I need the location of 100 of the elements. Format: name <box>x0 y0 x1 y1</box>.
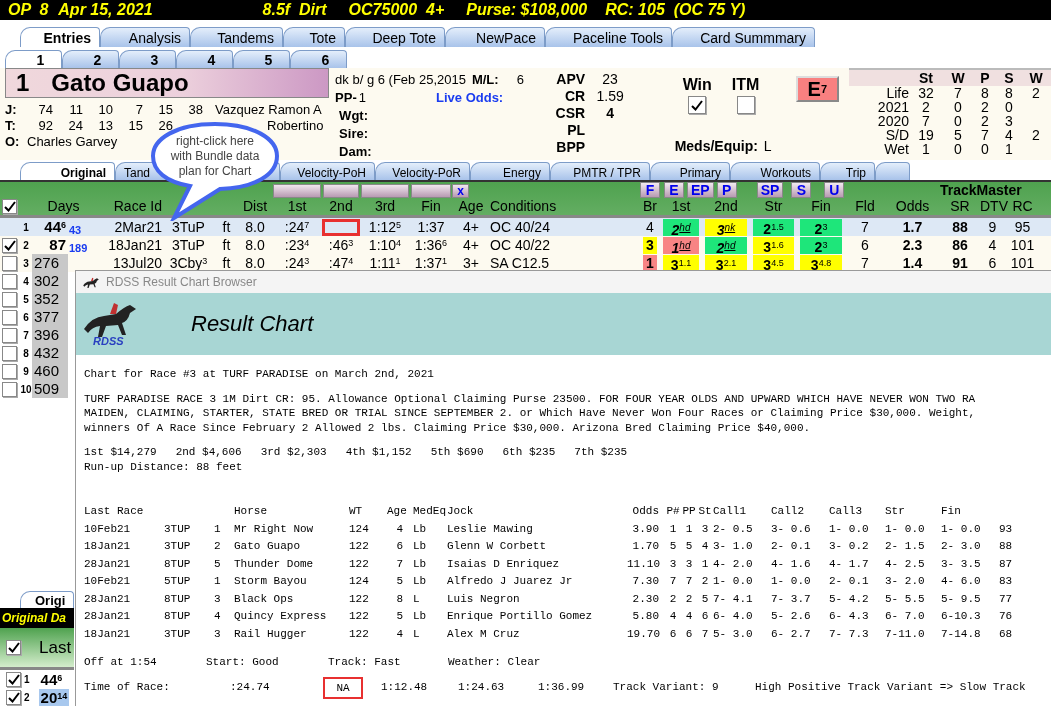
table-cell-text: 10Feb21 <box>84 574 132 589</box>
table-cell-text: 1:37$^{1}$ <box>413 255 449 271</box>
tab[interactable]: Card Summmary <box>672 27 815 47</box>
column-header: Str <box>885 504 906 519</box>
pace-button[interactable]: U <box>824 182 845 198</box>
blank-button[interactable] <box>323 184 359 198</box>
blank-tab[interactable] <box>875 162 910 180</box>
table-cell-text: Isaias D Enriquez <box>447 556 561 571</box>
checkbox[interactable] <box>2 363 17 379</box>
tab[interactable]: 1 <box>5 50 62 68</box>
tab[interactable]: Velocity-PoR <box>375 162 470 180</box>
column-header: Age <box>457 198 485 214</box>
row-number: 3 <box>22 257 30 269</box>
tab[interactable]: Tandems <box>190 27 283 47</box>
tab[interactable]: Tote <box>283 27 345 47</box>
tab[interactable]: Origi <box>20 591 74 608</box>
tab[interactable]: Workouts <box>730 162 820 180</box>
table-cell-text: 19 <box>917 128 935 142</box>
pace-cell: 1$^{hd}$ <box>663 236 699 254</box>
tab[interactable]: 4 <box>176 50 233 68</box>
table-cell-text: 18Jan21 <box>84 539 132 554</box>
pace-button[interactable]: E <box>664 182 684 198</box>
purse-text: 2nd $4,606 <box>175 445 242 460</box>
tab[interactable]: Analysis <box>100 27 190 47</box>
checkbox[interactable] <box>2 237 17 253</box>
pace-cell: 3 <box>643 236 657 254</box>
table-cell-text: 1 <box>1004 142 1014 156</box>
tab[interactable]: Trip <box>820 162 875 180</box>
tab[interactable]: 2 <box>62 50 119 68</box>
horse-name: Gato Guapo <box>51 69 189 97</box>
tab[interactable]: PMTR / TPR <box>550 162 650 180</box>
table-cell-text: 87 <box>999 556 1014 571</box>
days-link[interactable]: 189 <box>66 242 88 254</box>
rating-value: 23 <box>601 71 619 88</box>
tab[interactable]: Original <box>20 162 115 180</box>
close-button[interactable]: x <box>452 184 469 198</box>
person-name: Charles Garvey <box>27 133 118 149</box>
table-cell-text: 93 <box>999 521 1014 536</box>
table-cell-text: 4- 2.0 <box>713 556 754 571</box>
blank-button[interactable] <box>273 184 321 198</box>
live-odds-label: Live Odds: <box>436 90 504 105</box>
table-cell-text: 3TUP <box>164 626 192 641</box>
table-cell-text: Alfredo J Juarez Jr <box>447 574 574 589</box>
table-cell-text: 3- 0.6 <box>771 521 812 536</box>
checkbox[interactable] <box>2 327 17 343</box>
checkbox[interactable] <box>2 291 17 307</box>
tab[interactable]: Velocity-PoH <box>280 162 375 180</box>
tab[interactable]: Paceline Tools <box>545 27 672 47</box>
tab[interactable]: 3 <box>119 50 176 68</box>
pace-button[interactable]: SP <box>756 182 784 198</box>
table-cell-text: 122 <box>349 609 370 624</box>
table-cell-text: 1:37 <box>416 219 446 235</box>
table-cell-text: 1- 0.0 <box>941 521 982 536</box>
table-cell-text: 5- 9.5 <box>941 591 982 606</box>
tab[interactable]: Entries <box>20 27 100 47</box>
table-cell-text: 6- 2.7 <box>771 626 812 641</box>
table-cell-text: ft <box>221 219 232 235</box>
pace-button[interactable]: S <box>791 182 812 198</box>
checkbox[interactable] <box>2 273 17 289</box>
pace-button[interactable]: F <box>640 182 660 198</box>
column-header: Age <box>387 504 408 519</box>
table-row[interactable]: 1 44$^{6}$ 43 2Mar21 3TuP ft 8.0 :24$^{7}$ 1:12$^{5}$ 1:37 4+ OC 40/24 4 2$^{hd}$ 3$^{nk}$ 2$^{1.5}$ 2$^{3}$ 7 1.7 88 9 95 <box>0 218 1051 236</box>
tab[interactable]: NewPace <box>445 27 545 47</box>
table-cell-text: 9 <box>987 219 998 235</box>
table-cell-text: 2 <box>921 100 931 114</box>
blank-button[interactable] <box>361 184 409 198</box>
tab[interactable]: Deep Tote <box>345 27 445 47</box>
panel-title: Original Da <box>2 611 66 625</box>
tab[interactable]: 6 <box>290 50 347 68</box>
checkbox[interactable] <box>688 96 707 114</box>
tab[interactable]: Primary <box>650 162 730 180</box>
days-link[interactable]: 43 <box>66 224 82 236</box>
checkbox[interactable] <box>2 255 17 271</box>
horse-description: dk b/ g 6 (Feb 25,2015 <box>335 72 466 87</box>
table-cell-text: 7 <box>668 574 678 589</box>
column-header: Fin <box>941 504 962 519</box>
row-number: 1 <box>24 673 30 685</box>
table-cell-text: Lb <box>412 556 428 571</box>
checkbox[interactable] <box>6 689 21 705</box>
pace-button[interactable]: EP <box>687 182 714 198</box>
checkbox[interactable] <box>2 309 17 325</box>
checkbox[interactable] <box>736 96 755 114</box>
table-cell-text: 77 <box>999 591 1014 606</box>
blank-button[interactable] <box>411 184 451 198</box>
checkbox[interactable] <box>2 198 17 214</box>
table-cell-text: 1 <box>668 521 678 536</box>
table-row[interactable]: 3 276 13Jul20 3Cby$^{3}$ ft 8.0 :24$^{3}$ :47$^{4}$ 1:11$^{1}$ 1:37$^{1}$ 3+ SA C12.5 1 3$^{1.1}$ 3$^{2.1}$ 3$^{4.5}$ 3$^{4.8}$ 7 1.4 91 6 101 <box>0 254 1051 272</box>
table-cell-text: 124 <box>349 574 370 589</box>
tab[interactable]: Energy <box>470 162 550 180</box>
pace-cell: 2$^{3}$ <box>800 218 842 236</box>
table-cell-text: 6 <box>668 626 678 641</box>
pace-button[interactable]: P <box>716 182 737 198</box>
table-cell-text: Glenn W Corbett <box>447 539 548 554</box>
column-header: Fin <box>420 198 442 214</box>
checkbox[interactable] <box>6 671 21 687</box>
checkbox[interactable] <box>2 381 17 397</box>
checkbox[interactable] <box>6 640 21 655</box>
tab[interactable]: 5 <box>233 50 290 68</box>
column-header: Last <box>39 637 72 658</box>
checkbox[interactable] <box>2 345 17 361</box>
